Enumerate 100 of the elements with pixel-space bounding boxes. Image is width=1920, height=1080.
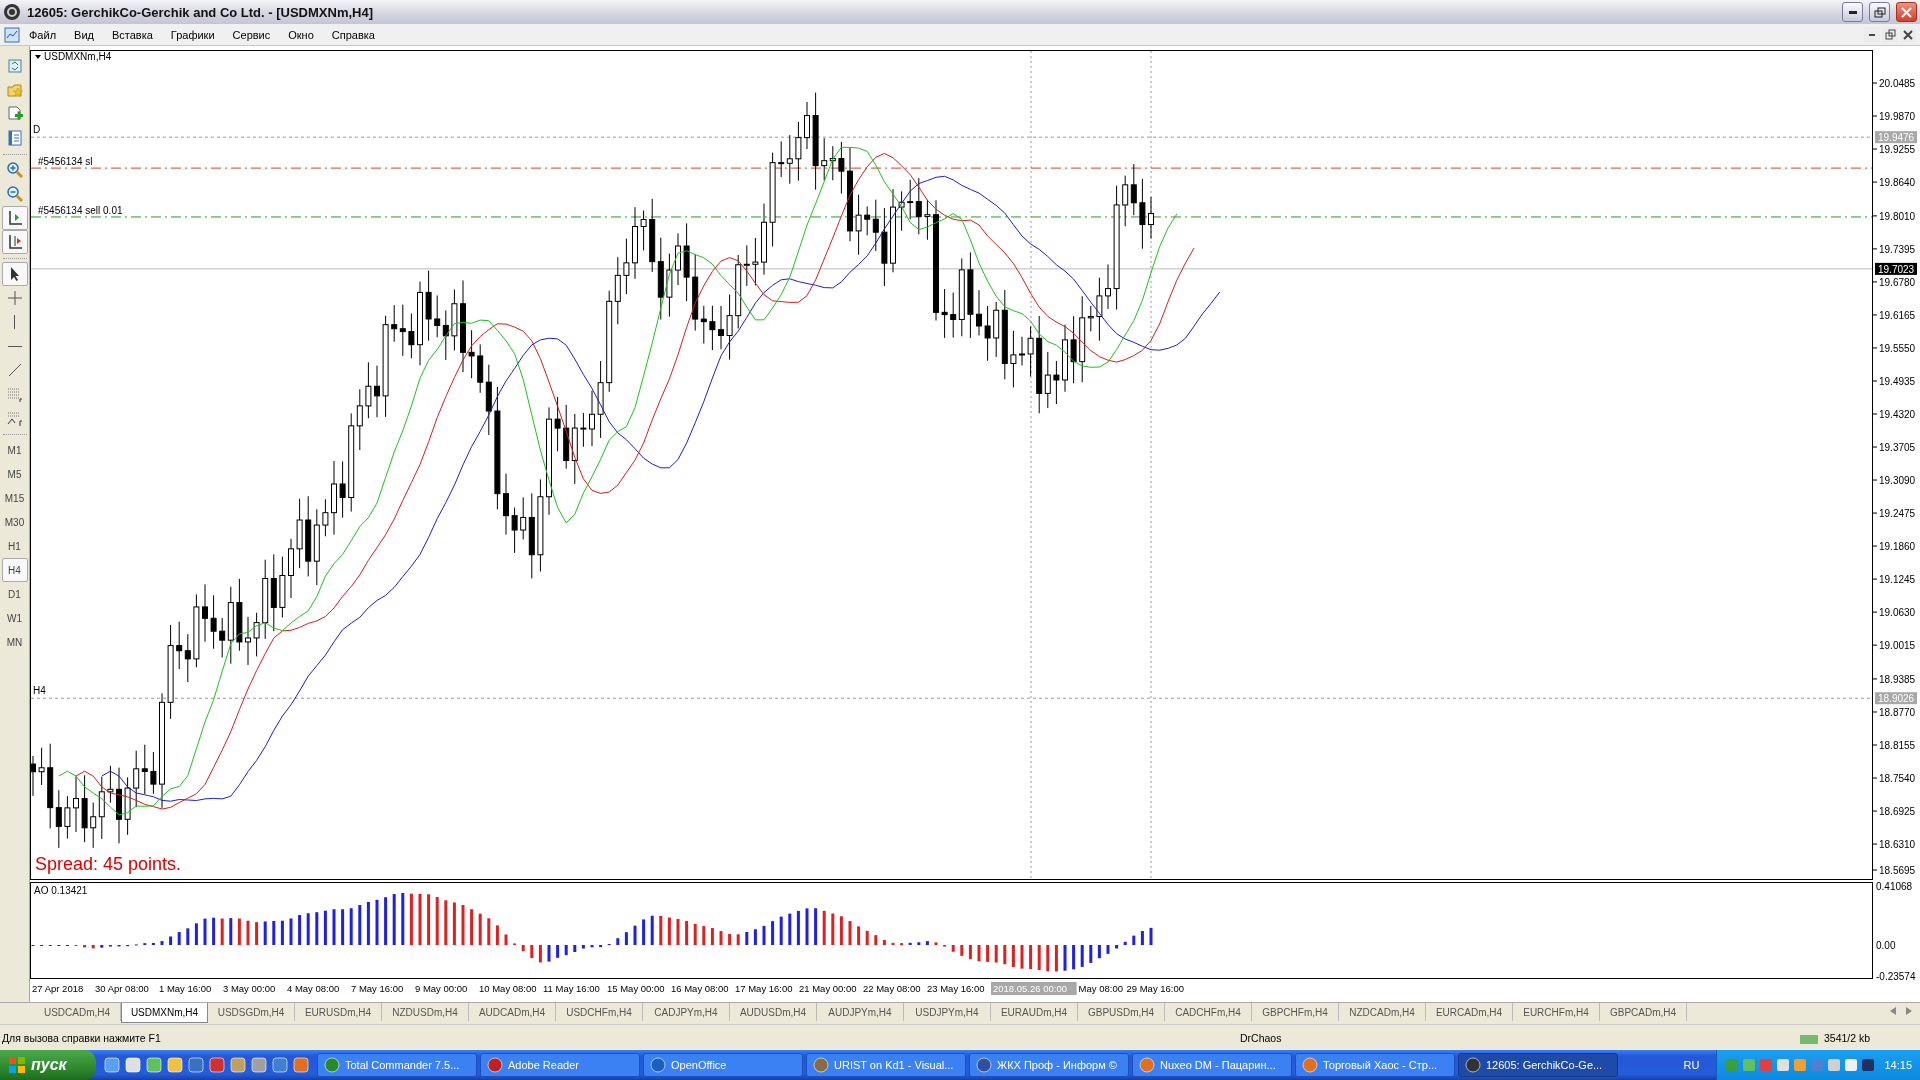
time-label: 11 May 16:00 (543, 983, 600, 994)
time-label: 17 May 16:00 (735, 983, 793, 994)
price-label: 19.6780 (1879, 276, 1916, 288)
price-label: 19.8640 (1879, 177, 1916, 189)
current-price-label: 19.7023 (1875, 262, 1917, 275)
cursor-time-label: 2018.05.26 00:00 (991, 982, 1077, 995)
chart-tab[interactable]: NZDCADm,H4 (1339, 1003, 1426, 1021)
chart-tab[interactable]: AUDUSDm,H4 (730, 1003, 817, 1021)
taskbar-button[interactable]: Adobe Reader (480, 1053, 640, 1077)
price-label: 18.6925 (1879, 806, 1916, 818)
window-title: 12605: GerchikCo-Gerchik and Co Ltd. - [USDMXNm,H4] (27, 4, 374, 20)
price-label: 18.6310 (1879, 839, 1916, 851)
chart-tab[interactable]: EURAUDm,H4 (991, 1003, 1078, 1021)
status-help-text: Для вызова справки нажмите F1 (1, 1031, 162, 1044)
time-label: 3 May 00:00 (223, 983, 276, 994)
line-label: #5456134 sl (38, 156, 93, 168)
taskbar-button[interactable]: Торговый Хаос - Стр... (1295, 1053, 1455, 1077)
price-label: 19.7395 (1879, 243, 1916, 255)
price-level-label: 18.9026 (1875, 692, 1917, 705)
indicator-scale-label: 0.00 (1876, 940, 1896, 951)
indicator-label: AO 0.13421 (34, 885, 88, 896)
timeframe-button[interactable]: M15 (1, 486, 28, 510)
timeframe-button[interactable]: M30 (1, 510, 28, 534)
chart-tab[interactable]: GBPUSDm,H4 (1078, 1003, 1165, 1021)
menu-item[interactable]: Файл (20, 26, 66, 43)
price-label: 19.3705 (1879, 442, 1916, 453)
price-label: 19.5550 (1879, 342, 1916, 354)
time-label: 10 May 08:00 (479, 983, 537, 994)
price-label: 18.5695 (1879, 865, 1916, 876)
menu-item[interactable]: Вид (65, 26, 103, 43)
price-label: 19.3090 (1879, 475, 1916, 487)
chart-tab[interactable]: NZDUSDm,H4 (382, 1003, 469, 1021)
chart-tab[interactable]: USDJPYm,H4 (904, 1003, 991, 1021)
spread-label: Spread: 45 points. (35, 854, 182, 874)
price-label: 19.9255 (1879, 144, 1916, 156)
chart-tab[interactable]: GBPCHFm,H4 (1252, 1003, 1339, 1021)
menu-item[interactable]: Графики (161, 26, 224, 43)
time-label: 4 May 08:00 (287, 983, 340, 994)
indicator-scale-label: -0.23574 (1876, 971, 1916, 980)
time-label: 27 Apr 2018 (32, 983, 84, 994)
timeframe-button[interactable]: W1 (1, 606, 28, 630)
taskbar-button[interactable]: ЖКХ Проф - Информ © (969, 1053, 1129, 1077)
timeframe-button[interactable]: D1 (1, 582, 28, 606)
menu-item[interactable]: Сервис (223, 26, 280, 43)
time-label: 30 Apr 08:00 (95, 983, 149, 994)
chart-tab[interactable]: CADJPYm,H4 (643, 1003, 730, 1021)
price-label: 19.1245 (1879, 574, 1916, 586)
line-label: #5456134 sell 0.01 (38, 204, 123, 216)
line-label: H4 (33, 685, 46, 697)
taskbar-button[interactable]: 12605: GerchikCo-Ge... (1458, 1053, 1618, 1077)
chart-tab[interactable]: AUDCADm,H4 (469, 1003, 556, 1021)
time-label: 1 May 16:00 (159, 983, 212, 994)
timeframe-button[interactable]: H1 (1, 534, 28, 558)
price-label: 19.4320 (1879, 409, 1916, 420)
price-label: 19.2475 (1879, 508, 1916, 520)
price-label: 18.9385 (1879, 673, 1916, 685)
time-label: 22 May 08:00 (863, 983, 921, 994)
menu-item[interactable]: Вставка (102, 26, 162, 43)
time-label: 21 May 00:00 (799, 983, 857, 994)
traffic-counter: 3541/2 kb (1824, 1031, 1871, 1044)
indicator-scale-label: 0.41068 (1876, 881, 1913, 892)
time-label: May 08:00 (1078, 983, 1123, 994)
price-label: 19.1860 (1879, 541, 1916, 553)
time-label: 29 May 16:00 (1126, 983, 1185, 994)
chart-tab[interactable]: USDCHFm,H4 (556, 1003, 643, 1021)
chart-tab[interactable]: CADCHFm,H4 (1165, 1003, 1252, 1021)
timeframe-button[interactable]: H4 (1, 558, 28, 582)
menu-item[interactable]: Справка (322, 26, 384, 43)
time-label: 16 May 08:00 (671, 983, 729, 994)
price-label: 18.8770 (1879, 707, 1916, 718)
price-label: 19.9870 (1879, 111, 1916, 122)
price-label: 19.8010 (1879, 210, 1916, 222)
chart-tab[interactable]: EURCHFm,H4 (1513, 1003, 1600, 1021)
chart-tab[interactable]: USDMXNm,H4 (121, 1003, 208, 1023)
taskbar-button[interactable]: OpenOffice (643, 1053, 803, 1077)
chart-tab[interactable]: GBPCADm,H4 (1600, 1003, 1687, 1021)
price-label: 19.6165 (1879, 309, 1916, 321)
language-indicator[interactable]: RU (1666, 1059, 1717, 1071)
chart-tab[interactable]: EURUSDm,H4 (295, 1003, 382, 1021)
time-label: 9 May 00:00 (415, 983, 468, 994)
time-label: 7 May 16:00 (351, 983, 404, 994)
start-button[interactable]: пуск (0, 1050, 96, 1080)
price-label: 19.0015 (1879, 640, 1916, 652)
line-label: D (33, 124, 41, 136)
chart-tab[interactable]: EURCADm,H4 (1426, 1003, 1513, 1021)
menu-item[interactable]: Окно (279, 26, 323, 43)
chart-symbol-label: USDMXNm,H4 (44, 51, 112, 62)
timeframe-button[interactable]: MN (1, 630, 28, 654)
taskbar-button[interactable]: URIST on Kd1 - Visual... (806, 1053, 966, 1077)
taskbar-button[interactable]: Total Commander 7.5... (317, 1053, 477, 1077)
chart-tab[interactable]: USDSGDm,H4 (208, 1003, 295, 1021)
price-label: 20.0485 (1879, 78, 1916, 89)
price-label: 19.0630 (1879, 607, 1916, 619)
timeframe-button[interactable]: M5 (1, 462, 28, 486)
timeframe-button[interactable]: M1 (1, 438, 28, 462)
taskbar-button[interactable]: Nuxeo DM - Пацарин... (1132, 1053, 1292, 1077)
price-label: 18.7540 (1879, 773, 1916, 784)
chart-tab[interactable]: AUDJPYm,H4 (817, 1003, 904, 1021)
profile-name: DrChaos (1240, 1031, 1283, 1044)
time-label: 23 May 16:00 (927, 983, 985, 994)
